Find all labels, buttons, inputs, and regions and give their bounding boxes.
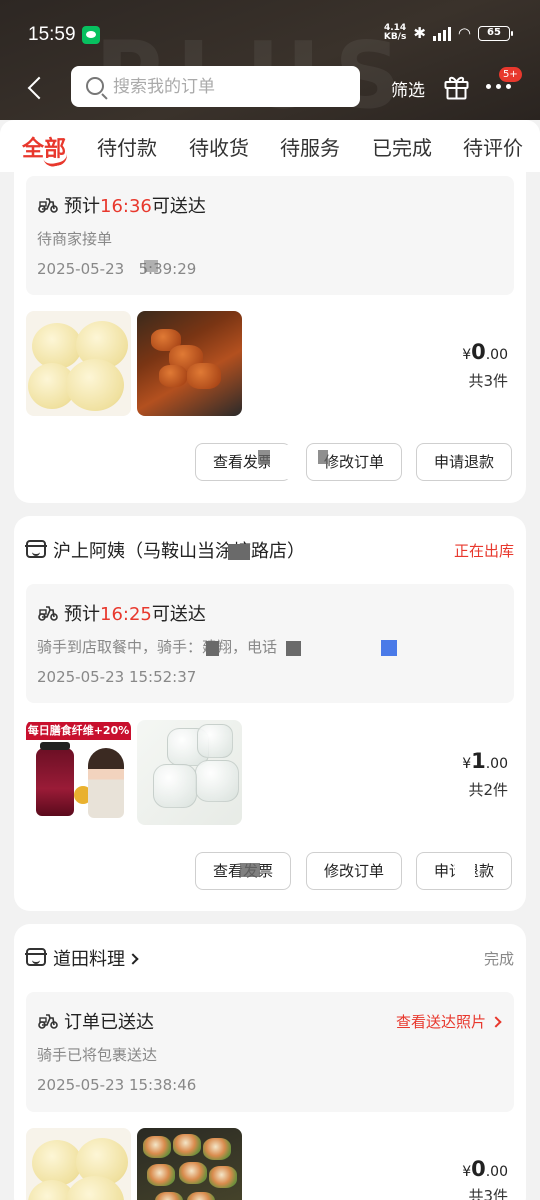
order-date: 2025-05-23 15:39:29 [37, 260, 197, 278]
modify-order-button[interactable]: 修改订单 [306, 852, 402, 890]
tab-pending-service[interactable]: 待服务 [280, 132, 340, 161]
chevron-right-icon [490, 1016, 502, 1028]
item-count: 共2件 [468, 781, 508, 799]
net-speed: 4.14 KB/s [384, 24, 406, 42]
order-price: ¥0.00 [462, 340, 508, 364]
status-bar: 15:59 4.14 KB/s ✱ ◠ 65 [0, 0, 540, 66]
product-banner: 每日膳食纤维+20% [26, 722, 131, 740]
wechat-icon [82, 26, 100, 44]
order-status: 完成 [483, 950, 514, 968]
eta-time: 16:25 [100, 604, 152, 625]
store-name[interactable]: 沪上阿姨（马鞍山当涂塘路店） [53, 537, 305, 563]
status-time: 15:59 [28, 24, 76, 45]
store-name[interactable]: 道田料理 [53, 945, 139, 971]
delivery-status: 待商家接单 [37, 230, 113, 248]
redaction [126, 262, 140, 274]
wifi-icon: ◠ [457, 24, 471, 42]
eta-text: 预计16:36可送达 [64, 196, 206, 217]
item-count: 共3件 [468, 372, 508, 390]
product-image-mochi[interactable] [26, 311, 131, 416]
order-date: 2025-05-23 15:52:37 [37, 668, 197, 686]
scooter-icon [38, 606, 58, 621]
battery-icon: 65 [478, 25, 513, 41]
order-card[interactable]: 沪上阿姨（马鞍山当涂塘路店） 正在出库 预计16:25可送达 骑手到店取餐中，骑… [14, 516, 526, 911]
product-image-skewer[interactable] [137, 311, 242, 416]
redaction [240, 863, 260, 877]
order-status: 正在出库 [453, 542, 514, 560]
delivery-title: 订单已送达 [64, 1012, 154, 1033]
search-icon [86, 77, 104, 95]
search-box[interactable] [71, 66, 360, 107]
redaction [455, 854, 475, 888]
redaction [258, 450, 270, 464]
header: PLUS 15:59 4.14 KB/s ✱ ◠ 65 筛选 5+ [0, 0, 540, 120]
redaction [270, 445, 306, 479]
tab-completed[interactable]: 已完成 [372, 132, 432, 161]
order-card[interactable]: 道田料理 完成 订单已送达 查看送达照片 骑手已将包裹送达 2025-05-23… [14, 924, 526, 1200]
product-image-sushi[interactable] [137, 1128, 242, 1200]
search-input[interactable] [113, 66, 353, 107]
redaction [381, 640, 397, 656]
store-row[interactable]: 沪上阿姨（马鞍山当涂塘路店） 正在出库 [25, 536, 514, 566]
notification-badge: 5+ [499, 67, 522, 82]
redaction [206, 641, 219, 656]
store-icon [25, 540, 47, 558]
redaction [318, 450, 328, 464]
order-card[interactable]: 预计16:36可送达 待商家接单 2025-05-23 15:39:29 ¥0.… [14, 172, 526, 503]
chevron-right-icon [127, 953, 139, 965]
tab-pending-receipt[interactable]: 待收货 [189, 132, 249, 161]
more-icon[interactable] [486, 84, 516, 92]
order-date: 2025-05-23 15:38:46 [37, 1076, 197, 1094]
eta-time: 16:36 [100, 196, 152, 217]
signal-icon [432, 26, 451, 41]
scooter-icon [38, 198, 58, 213]
redaction [228, 544, 250, 560]
store-icon [25, 948, 47, 966]
gift-icon[interactable] [444, 74, 469, 100]
delivery-info[interactable]: 订单已送达 查看送达照片 骑手已将包裹送达 2025-05-23 15:38:4… [26, 992, 514, 1112]
product-image-ice[interactable] [137, 720, 242, 825]
eta-text: 预计16:25可送达 [64, 604, 206, 625]
refund-button[interactable]: 申请退款 [416, 443, 512, 481]
delivery-info[interactable]: 预计16:36可送达 待商家接单 2025-05-23 15:39:29 [26, 176, 514, 295]
redaction [144, 260, 158, 272]
product-image-jam[interactable]: 每日膳食纤维+20% [26, 720, 131, 825]
product-image-mochi[interactable] [26, 1128, 131, 1200]
delivery-status: 骑手已将包裹送达 [37, 1046, 158, 1064]
status-icons: 4.14 KB/s ✱ ◠ 65 [384, 24, 513, 42]
store-row[interactable]: 道田料理 完成 [25, 944, 514, 974]
order-price: ¥0.00 [462, 1157, 508, 1181]
redaction [286, 641, 301, 656]
net-speed-unit: KB/s [383, 32, 407, 42]
tab-pending-payment[interactable]: 待付款 [97, 132, 157, 161]
bluetooth-icon: ✱ [413, 24, 426, 42]
view-delivery-photo-link[interactable]: 查看送达照片 [396, 1011, 502, 1032]
delivery-status: 骑手到店取餐中，骑手：建翔，电话 [37, 638, 278, 656]
delivery-info[interactable]: 预计16:25可送达 骑手到店取餐中，骑手：建翔，电话 2025-05-23 1… [26, 584, 514, 703]
scooter-icon [38, 1014, 58, 1029]
filter-button[interactable]: 筛选 [391, 76, 425, 101]
back-button[interactable] [22, 70, 50, 104]
item-count: 共3件 [468, 1187, 508, 1200]
order-price: ¥1.00 [462, 749, 508, 773]
order-tabs: 全部 待付款 待收货 待服务 已完成 待评价 [0, 120, 540, 172]
tab-pending-review[interactable]: 待评价 [463, 132, 523, 161]
